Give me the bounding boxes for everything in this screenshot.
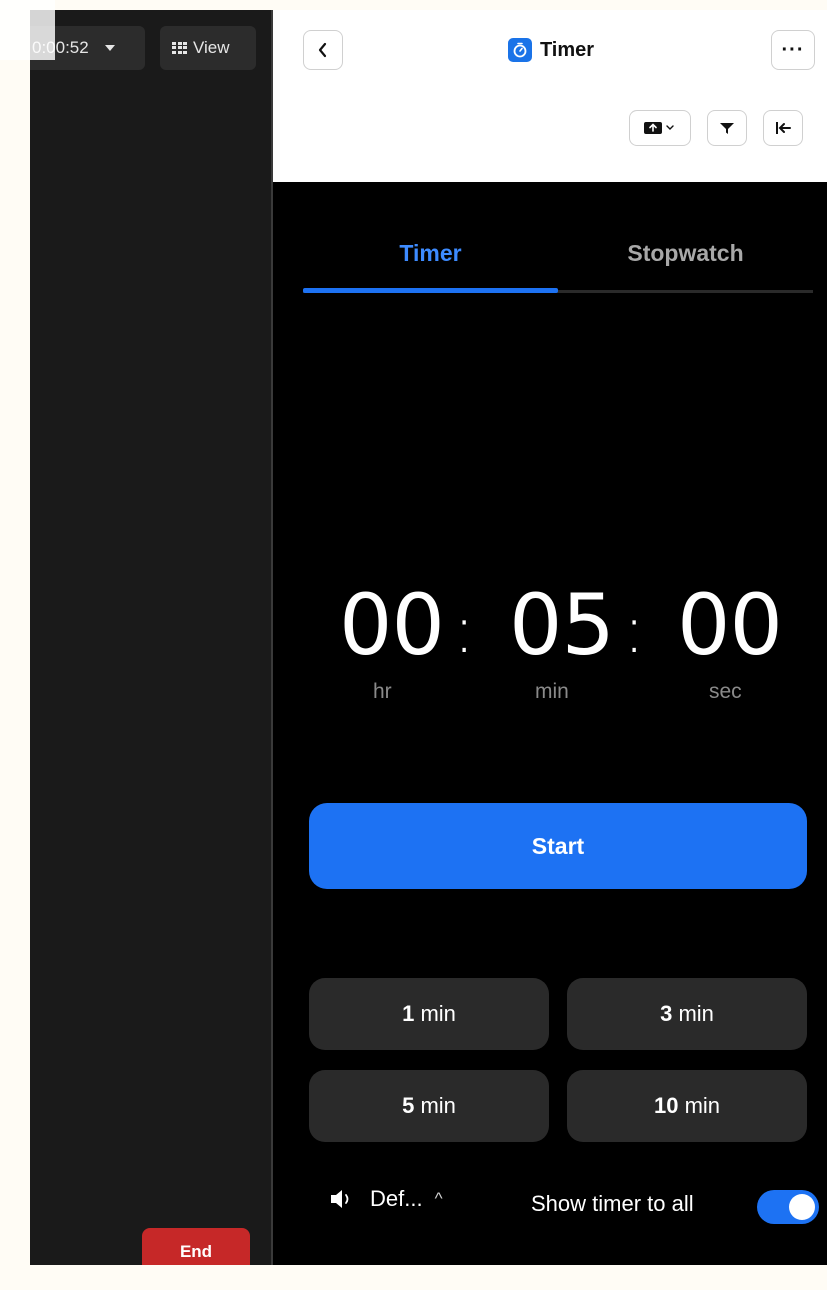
chevron-up-icon: ^ [434, 1189, 443, 1208]
tab-bar: Timer Stopwatch [303, 238, 813, 293]
preset-number: 3 [660, 1001, 673, 1026]
preset-1-min-button[interactable]: 1 min [309, 978, 549, 1050]
share-screen-icon [644, 122, 674, 134]
preset-unit: min [420, 1093, 456, 1118]
minutes-value[interactable]: 05 [509, 580, 615, 670]
collapse-button[interactable] [763, 110, 803, 146]
more-button[interactable]: ··· [771, 30, 815, 70]
show-timer-label: Show timer to all [531, 1191, 694, 1216]
collapse-icon [776, 122, 791, 134]
seconds-value[interactable]: 00 [677, 580, 783, 670]
minutes-unit: min [535, 680, 569, 703]
preset-unit: min [684, 1093, 721, 1118]
sound-selector[interactable]: Def... ^ [328, 1186, 443, 1212]
share-screen-button[interactable] [629, 110, 691, 146]
panel-title-text: Timer [539, 38, 595, 61]
speaker-icon [331, 1190, 349, 1208]
more-icon: ··· [781, 38, 805, 61]
filter-button[interactable] [707, 110, 747, 146]
timer-panel: Timer ··· Timer Stopwatch 00: 05: 00 h… [271, 10, 827, 1265]
overlay [0, 0, 55, 60]
caret-down-icon [104, 45, 115, 51]
stopwatch-icon [507, 38, 532, 62]
meeting-toolbar: 0:00:52 View [30, 10, 271, 70]
preset-number: 10 [653, 1093, 679, 1118]
end-button[interactable]: End [142, 1228, 250, 1265]
separator: : [453, 591, 476, 668]
preset-number: 1 [402, 1001, 415, 1026]
separator: : [623, 591, 646, 668]
seconds-unit: sec [709, 680, 742, 703]
tab-stopwatch[interactable]: Stopwatch [558, 238, 813, 290]
show-timer-toggle[interactable] [757, 1190, 819, 1224]
preset-unit: min [420, 1001, 456, 1026]
preset-3-min-button[interactable]: 3 min [567, 978, 807, 1050]
hours-value[interactable]: 00 [339, 580, 445, 670]
panel-footer: Def... ^ Show timer to all [273, 1180, 827, 1230]
meeting-area: 0:00:52 View End [30, 10, 271, 1265]
preset-5-min-button[interactable]: 5 min [309, 1070, 549, 1142]
toggle-knob [789, 1194, 815, 1220]
preset-number: 5 [402, 1093, 415, 1118]
panel-title: Timer [273, 38, 827, 62]
preset-10-min-button[interactable]: 10 min [567, 1070, 807, 1142]
panel-header: Timer ··· [273, 10, 827, 182]
grid-icon [172, 41, 187, 55]
hours-unit: hr [373, 680, 392, 703]
start-button[interactable]: Start [309, 803, 807, 889]
preset-unit: min [678, 1001, 714, 1026]
view-label: View [193, 38, 230, 57]
tab-timer[interactable]: Timer [303, 238, 558, 293]
view-button[interactable]: View [160, 26, 256, 70]
sound-label: Def... [370, 1186, 423, 1211]
filter-icon [720, 123, 734, 134]
